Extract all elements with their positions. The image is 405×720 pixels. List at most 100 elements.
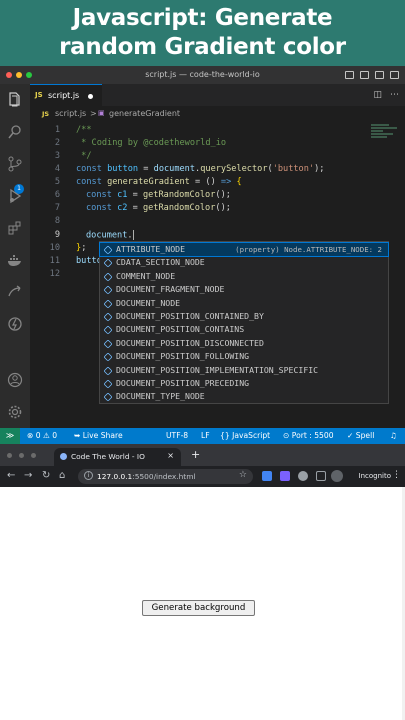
side-panel-icon[interactable] [316,471,326,481]
activity-bar: 1 [0,84,30,428]
code-line-11: butto [76,256,102,266]
live-share-status[interactable]: ➥ Live Share [74,431,123,440]
toggle-sidebar-icon[interactable] [345,71,354,79]
back-arrow-icon[interactable]: ← [7,470,15,481]
layout-controls [345,71,399,79]
problems-status[interactable]: ⊗ 0 ⚠ 0 [27,431,57,440]
extension-translate-icon[interactable] [262,471,272,481]
browser-tab[interactable]: Code The World - IO × [54,448,181,466]
autocomplete-suggestions[interactable]: ATTRIBUTE_NODE (property) Node.ATTRIBUTE_… [99,241,389,404]
extension-purple-icon[interactable] [280,471,290,481]
docker-icon[interactable] [7,252,23,268]
bookmark-star-icon[interactable]: ☆ [239,470,247,480]
tab-script-js[interactable]: JS script.js [30,84,102,106]
line-number: 5 [54,177,60,187]
encoding-status[interactable]: UTF-8 [166,431,188,440]
browser-maximize-button[interactable] [31,453,36,458]
address-bar[interactable]: i 127.0.0.1:5500/index.html ☆ [78,469,253,484]
extensions-puzzle-icon[interactable] [298,471,308,481]
browser-close-button[interactable] [7,453,12,458]
suggestion-item[interactable]: DOCUMENT_FRAGMENT_NODE [100,283,388,296]
language-status[interactable]: {} JavaScript [220,431,270,440]
code-line-1: /** [76,125,92,135]
suggestion-item[interactable]: DOCUMENT_POSITION_FOLLOWING [100,350,388,363]
explorer-icon[interactable] [7,92,23,108]
line-number: 1 [54,125,60,135]
minimap[interactable] [371,124,401,142]
breadcrumb-file[interactable]: script.js [55,109,86,118]
suggestion-label: COMMENT_NODE [116,270,176,281]
toggle-secondary-sidebar-icon[interactable] [375,71,384,79]
video-title-banner: Javascript: Generate random Gradient col… [0,0,405,66]
property-icon [103,312,113,322]
browser-tab-title: Code The World - IO [71,452,145,461]
line-number: 8 [54,216,60,226]
eol-status[interactable]: LF [201,431,210,440]
accounts-icon[interactable] [7,372,23,388]
suggestion-detail: (property) Node.ATTRIBUTE_NODE: 2 [235,245,382,254]
spell-status[interactable]: ✓ Spell [347,431,374,440]
suggestion-item[interactable]: COMMENT_NODE [100,270,388,283]
notifications-bell-icon[interactable]: ♫ [390,431,397,440]
remote-indicator-icon[interactable]: ≫ [0,428,20,444]
suggestion-item[interactable]: DOCUMENT_POSITION_CONTAINED_BY [100,310,388,323]
browser-window: Code The World - IO × + ← → ↻ ⌂ i 127.0.… [0,444,405,720]
new-tab-button[interactable]: + [191,448,200,461]
tab-label: script.js [48,91,80,100]
settings-gear-icon[interactable] [7,404,23,420]
suggestion-label: DOCUMENT_POSITION_CONTAINS [116,324,245,335]
extensions-icon[interactable] [7,220,23,236]
search-icon[interactable] [7,124,23,140]
property-icon [103,245,113,255]
unsaved-dot-icon[interactable] [88,94,93,99]
line-number: 2 [54,138,60,148]
site-info-icon[interactable]: i [84,471,93,480]
suggestion-item[interactable]: ATTRIBUTE_NODE (property) Node.ATTRIBUTE_… [99,241,389,258]
line-number: 7 [54,203,60,213]
customize-layout-icon[interactable] [390,71,399,79]
banner-title-line-2: random Gradient color [59,34,346,60]
suggestion-item[interactable]: DOCUMENT_POSITION_CONTAINS [100,323,388,336]
remote-explorer-icon[interactable] [7,284,23,300]
suggestion-item[interactable]: CDATA_SECTION_NODE [100,256,388,269]
property-icon [103,339,113,349]
property-icon [103,258,113,268]
suggestion-item[interactable]: DOCUMENT_POSITION_PRECEDING [100,377,388,390]
suggestion-item[interactable]: DOCUMENT_POSITION_IMPLEMENTATION_SPECIFI… [100,364,388,377]
status-bar: ≫ ⊗ 0 ⚠ 0 ➥ Live Share UTF-8 LF {} JavaS… [0,428,405,444]
line-number: 12 [49,269,60,279]
code-line-2: * Coding by @codetheworld_io [76,138,227,148]
line-number: 4 [54,164,60,174]
breadcrumb: JS script.js > ▣ generateGradient [30,106,405,122]
home-icon[interactable]: ⌂ [59,470,65,481]
close-tab-icon[interactable]: × [167,451,174,460]
breadcrumb-separator: > [90,109,97,118]
suggestion-item[interactable]: DOCUMENT_POSITION_DISCONNECTED [100,337,388,350]
incognito-label[interactable]: Incognito [359,472,391,480]
generate-background-button[interactable]: Generate background [142,600,255,616]
property-icon [103,392,113,402]
browser-menu-icon[interactable]: ⋮ [392,470,401,480]
suggestion-item[interactable]: DOCUMENT_NODE [100,297,388,310]
split-editor-icon[interactable]: ◫ [373,90,382,100]
browser-tab-strip: Code The World - IO × + [0,444,405,466]
toggle-panel-icon[interactable] [360,71,369,79]
code-line-6: const c1 = getRandomColor(); [86,190,231,200]
code-line-9: document. [86,230,134,241]
forward-arrow-icon[interactable]: → [24,470,32,481]
browser-minimize-button[interactable] [19,453,24,458]
property-icon [103,285,113,295]
browser-toolbar: ← → ↻ ⌂ i 127.0.0.1:5500/index.html ☆ In… [0,466,405,487]
banner-title-line-1: Javascript: Generate [72,5,333,31]
breadcrumb-symbol[interactable]: generateGradient [109,109,180,118]
incognito-icon [331,470,343,482]
source-control-icon[interactable] [7,156,23,172]
run-debug-icon[interactable] [7,188,23,204]
code-line-5: const generateGradient = () => { [76,177,242,187]
live-share-activity-icon[interactable] [7,316,23,332]
reload-icon[interactable]: ↻ [42,470,50,481]
suggestion-item[interactable]: DOCUMENT_TYPE_NODE [100,390,388,403]
live-server-port-status[interactable]: ⊙ Port : 5500 [283,431,334,440]
suggestion-label: DOCUMENT_TYPE_NODE [116,391,205,402]
more-actions-icon[interactable]: ⋯ [390,90,399,100]
